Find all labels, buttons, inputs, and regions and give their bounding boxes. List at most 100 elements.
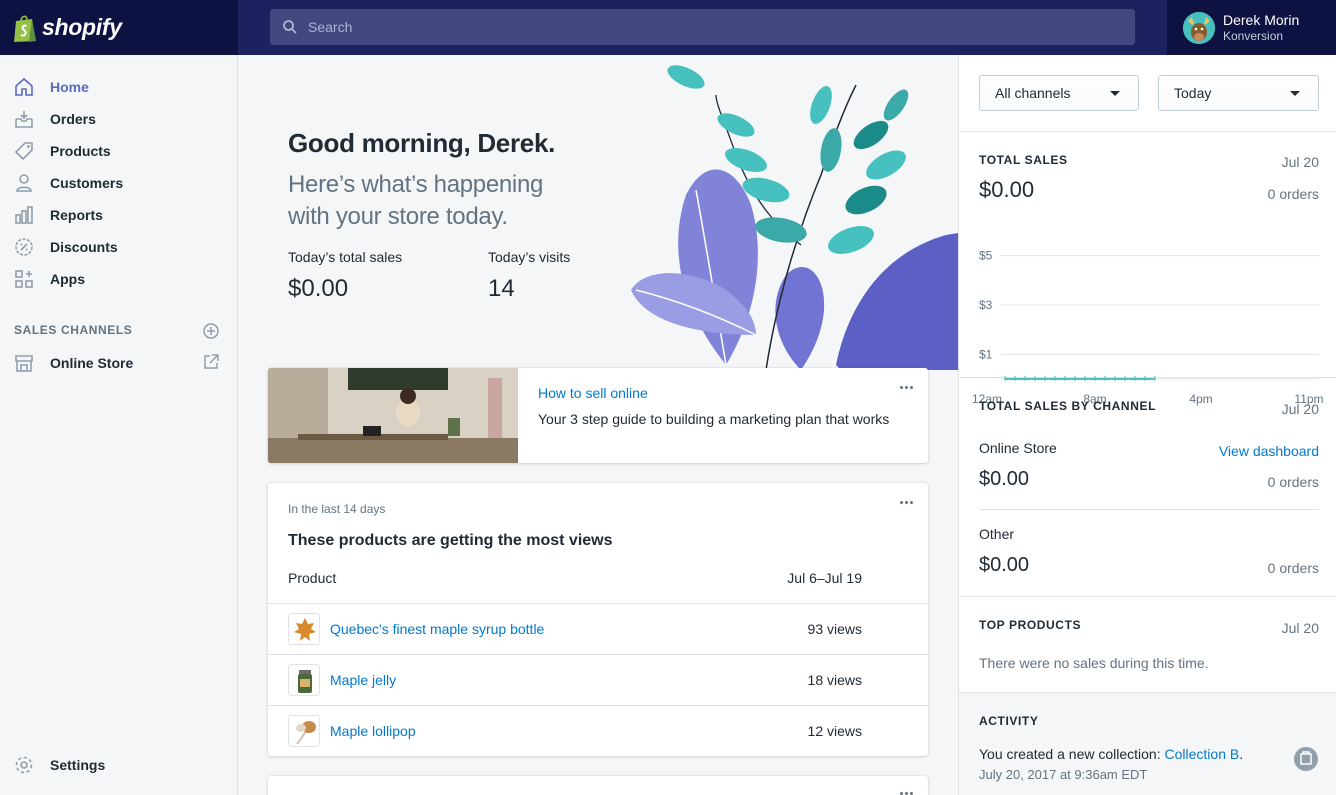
search-icon — [283, 20, 297, 34]
card-title: These products are getting the most view… — [288, 532, 613, 549]
more-actions-icon[interactable] — [900, 501, 914, 505]
main-content: Good morning, Derek. Here’s what’s happe… — [238, 55, 958, 795]
activity-suffix: . — [1239, 746, 1244, 762]
todays-sales-label: Today’s total sales — [288, 249, 403, 265]
channel-other-orders: 0 orders — [1267, 560, 1319, 576]
person-icon — [16, 174, 32, 192]
collection-icon — [1294, 747, 1318, 771]
y-tick-label: $5 — [979, 249, 993, 263]
next-card — [268, 776, 928, 795]
section-heading: TOTAL SALES BY CHANNEL — [979, 399, 1156, 413]
activity-prefix: You created a new collection: — [979, 746, 1165, 762]
todays-visits-value: 14 — [488, 275, 515, 302]
product-link[interactable]: Maple lollipop — [330, 723, 416, 739]
table-row[interactable]: Maple lollipop 12 views — [268, 705, 928, 756]
maple-syrup-bottle-image — [294, 618, 316, 641]
product-link[interactable]: Quebec's finest maple syrup bottle — [330, 621, 544, 637]
discount-icon — [15, 238, 33, 256]
product-views: 93 views — [807, 621, 862, 637]
sidebar-item-label: Apps — [50, 271, 85, 287]
sidebar-item-reports[interactable]: Reports — [0, 199, 238, 231]
table-row[interactable]: Maple jelly 18 views — [268, 654, 928, 705]
filters-section: All channels Today — [959, 55, 1336, 132]
sidebar-item-orders[interactable]: Orders — [0, 103, 238, 135]
store-name: Konversion — [1223, 29, 1284, 43]
external-link-icon[interactable] — [202, 353, 220, 371]
user-menu[interactable]: Derek Morin Konversion — [1167, 0, 1336, 55]
product-views-card: In the last 14 days These products are g… — [268, 483, 928, 756]
sidebar-item-settings[interactable]: Settings — [0, 749, 238, 781]
channel-online-store-orders: 0 orders — [1267, 474, 1319, 490]
woman-at-desk-image — [268, 368, 518, 463]
sales-by-channel-section: TOTAL SALES BY CHANNEL Jul 20 Online Sto… — [959, 378, 1336, 597]
logo-text: shopify — [42, 14, 122, 40]
greeting-subtitle: Here’s what’s happening — [288, 171, 544, 198]
sidebar-item-label: Orders — [50, 111, 96, 127]
top-products-section: TOP PRODUCTS Jul 20 There were no sales … — [959, 597, 1336, 693]
channel-other-value: $0.00 — [979, 554, 1030, 576]
greeting: Good morning, Derek. — [288, 128, 556, 158]
sidebar-item-apps[interactable]: Apps — [0, 263, 238, 295]
column-header-date-range: Jul 6–Jul 19 — [787, 570, 862, 586]
product-views: 12 views — [807, 723, 862, 739]
channel-other-label: Other — [979, 526, 1015, 542]
channel-select-value: All channels — [995, 85, 1071, 101]
activity-timestamp: July 20, 2017 at 9:36am EDT — [979, 767, 1148, 782]
date-select[interactable]: Today — [1158, 75, 1319, 111]
total-sales-section: TOTAL SALES Jul 20 $0.00 0 orders $5 $3 $1… — [959, 132, 1336, 406]
sidebar-item-label: Customers — [50, 175, 124, 191]
product-link[interactable]: Maple jelly — [330, 672, 396, 688]
section-heading: TOP PRODUCTS — [979, 618, 1082, 632]
bar-chart-icon — [15, 206, 33, 224]
sidebar-item-label: Reports — [50, 207, 103, 223]
column-header-product: Product — [288, 570, 337, 586]
sidebar-item-label: Settings — [50, 757, 106, 773]
top-bar: shopify Derek Morin Konversion — [0, 0, 1336, 55]
shopify-bag-icon — [14, 15, 36, 42]
channel-select[interactable]: All channels — [979, 75, 1139, 111]
sidebar: Home Orders Products Customers Reports D… — [0, 55, 238, 795]
search-input[interactable] — [308, 19, 1108, 35]
table-row[interactable]: Quebec's finest maple syrup bottle 93 vi… — [268, 603, 928, 654]
empty-state-text: There were no sales during this time. — [979, 655, 1209, 671]
activity-text: You created a new collection: Collection… — [979, 746, 1243, 762]
maple-lollipop-image — [296, 721, 316, 745]
search-bar[interactable] — [270, 9, 1135, 45]
sidebar-item-home[interactable]: Home — [0, 71, 238, 103]
welcome-hero: Good morning, Derek. Here’s what’s happe… — [238, 55, 958, 370]
more-actions-icon[interactable] — [900, 386, 914, 390]
sales-channels-header: SALES CHANNELS — [14, 323, 133, 337]
right-panel: All channels Today TOTAL SALES Jul 20 $0… — [958, 55, 1336, 795]
sidebar-item-discounts[interactable]: Discounts — [0, 231, 238, 263]
sidebar-item-customers[interactable]: Customers — [0, 167, 238, 199]
marketing-guide-card: How to sell online Your 3 step guide to … — [268, 368, 928, 463]
add-channel-icon[interactable] — [202, 322, 220, 340]
product-thumbnail — [288, 715, 320, 747]
activity-section: ACTIVITY You created a new collection: C… — [959, 693, 1336, 795]
apps-icon — [15, 270, 33, 288]
y-tick-label: $3 — [979, 298, 993, 312]
store-icon — [15, 355, 33, 372]
plant-illustration — [631, 65, 958, 370]
sidebar-item-label: Online Store — [50, 355, 134, 371]
shopify-logo[interactable]: shopify — [0, 0, 238, 55]
date-select-value: Today — [1174, 85, 1212, 101]
channel-online-store-value: $0.00 — [979, 468, 1030, 490]
sidebar-item-label: Discounts — [50, 239, 118, 255]
sidebar-item-label: Home — [50, 79, 89, 95]
divider — [979, 509, 1319, 510]
avatar — [1183, 11, 1215, 44]
collection-link[interactable]: Collection B — [1165, 746, 1240, 762]
section-heading: ACTIVITY — [979, 714, 1039, 728]
sidebar-item-products[interactable]: Products — [0, 135, 238, 167]
home-icon — [15, 77, 33, 96]
view-dashboard-link[interactable]: View dashboard — [1219, 443, 1319, 459]
card-subtitle: In the last 14 days — [288, 502, 386, 516]
greeting-subtitle: with your store today. — [288, 203, 508, 230]
guide-title-link[interactable]: How to sell online — [538, 385, 648, 401]
orders-icon — [15, 111, 33, 128]
product-thumbnail — [288, 613, 320, 645]
todays-visits-label: Today’s visits — [488, 249, 571, 265]
section-date: Jul 20 — [1281, 401, 1319, 417]
moose-avatar-icon — [1183, 11, 1215, 44]
